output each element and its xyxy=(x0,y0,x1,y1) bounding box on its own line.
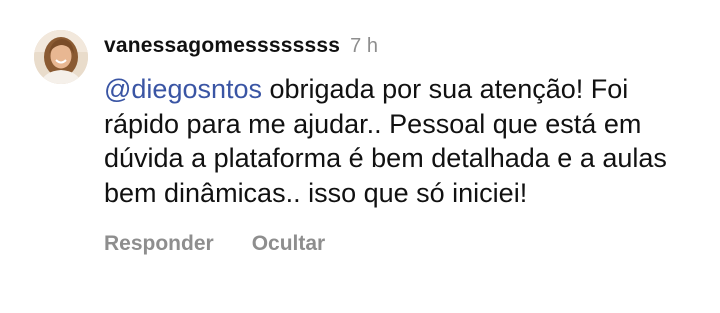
user-avatar-photo-icon xyxy=(34,30,88,84)
comment-content: vanessagomessssssss 7 h @diegosntos obri… xyxy=(104,34,704,256)
comment-timestamp: 7 h xyxy=(350,35,378,57)
comment-header: vanessagomessssssss 7 h xyxy=(104,34,704,62)
comment-text: @diegosntos obrigada por sua atenção! Fo… xyxy=(104,72,694,210)
mention-link[interactable]: @diegosntos xyxy=(104,74,262,104)
comment-actions: Responder Ocultar xyxy=(104,232,704,256)
reply-button[interactable]: Responder xyxy=(104,232,214,256)
username-link[interactable]: vanessagomessssssss xyxy=(104,34,340,58)
hide-button[interactable]: Ocultar xyxy=(252,232,326,256)
comment-item: vanessagomessssssss 7 h @diegosntos obri… xyxy=(0,0,720,313)
avatar[interactable] xyxy=(34,30,88,84)
